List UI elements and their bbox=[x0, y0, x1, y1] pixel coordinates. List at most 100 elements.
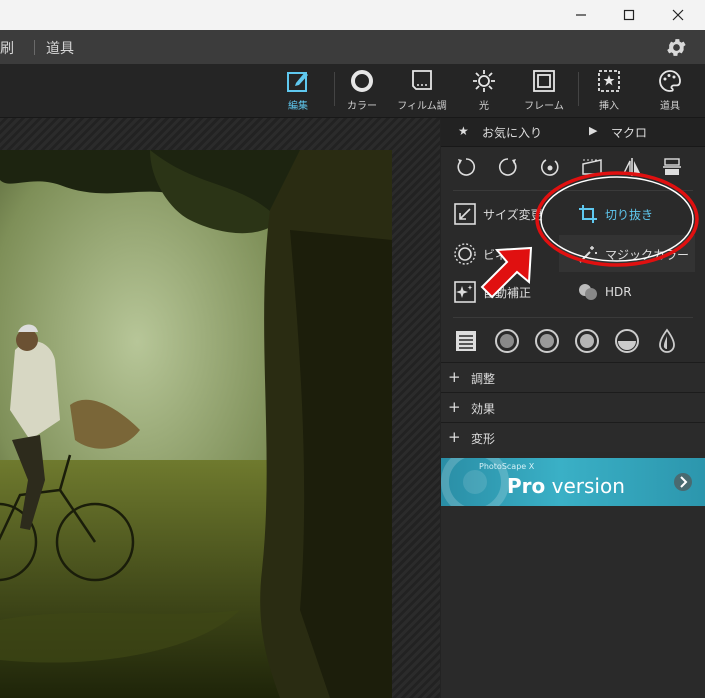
rotate-right-button[interactable] bbox=[493, 152, 523, 182]
flip-vertical-icon bbox=[663, 158, 681, 175]
banner-product-name: PhotoScape X bbox=[479, 462, 535, 471]
tab-color[interactable]: カラー bbox=[332, 68, 392, 114]
section-effects-label: 効果 bbox=[471, 402, 496, 416]
banner-pro: Pro bbox=[507, 474, 546, 498]
crop-label: 切り抜き bbox=[605, 207, 654, 222]
magic-wand-icon bbox=[579, 246, 597, 263]
banner-version: version bbox=[545, 474, 625, 498]
perspective-icon bbox=[582, 159, 602, 175]
tab-light[interactable]: 光 bbox=[454, 68, 514, 114]
circle-filter-icon bbox=[575, 329, 599, 353]
tab-frame-label: フレーム bbox=[524, 101, 564, 112]
auto-adjust-button[interactable]: 自動補正 bbox=[453, 280, 531, 304]
pro-version-banner[interactable]: PhotoScape X Pro version bbox=[441, 458, 705, 506]
hdr-icon bbox=[579, 284, 597, 300]
plus-icon: + bbox=[448, 428, 461, 446]
tab-color-label: カラー bbox=[347, 101, 377, 112]
hdr-label: HDR bbox=[605, 285, 632, 299]
filter-button[interactable] bbox=[612, 326, 642, 356]
rotate-right-icon bbox=[498, 158, 517, 176]
auto-adjust-label: 自動補正 bbox=[483, 285, 532, 300]
filter-button[interactable] bbox=[572, 326, 602, 356]
tab-edit[interactable]: 編集 bbox=[268, 68, 328, 114]
magic-color-label: マジックカラー bbox=[605, 247, 690, 262]
arrow-right-icon[interactable] bbox=[673, 472, 693, 492]
levels-button[interactable] bbox=[451, 326, 481, 356]
rotate-left-button[interactable] bbox=[451, 152, 481, 182]
straighten-icon bbox=[540, 159, 559, 176]
tab-tools[interactable]: 道具 bbox=[640, 68, 700, 114]
favorites-bar: ★ お気に入り ▶ マクロ bbox=[441, 118, 705, 147]
tab-film-label: フィルム調 bbox=[397, 101, 447, 112]
crop-icon bbox=[579, 205, 597, 223]
maximize-icon bbox=[623, 9, 635, 21]
straighten-button[interactable] bbox=[535, 152, 565, 182]
circle-filter-icon bbox=[535, 329, 559, 353]
macro-tab[interactable]: マクロ bbox=[611, 124, 647, 141]
crop-button[interactable]: 切り抜き bbox=[577, 202, 653, 226]
levels-icon bbox=[456, 331, 476, 351]
plus-icon: + bbox=[448, 398, 461, 416]
flip-vertical-button[interactable] bbox=[657, 152, 687, 182]
panel-divider bbox=[453, 190, 693, 191]
minimize-icon bbox=[576, 14, 586, 16]
close-icon bbox=[672, 9, 684, 21]
section-adjust[interactable]: + 調整 bbox=[441, 362, 705, 392]
banner-title: Pro version bbox=[507, 474, 625, 498]
menu-bar: 印刷 道具 bbox=[0, 30, 705, 64]
perspective-button[interactable] bbox=[577, 152, 607, 182]
rotate-left-icon bbox=[457, 158, 476, 176]
sparkle-icon bbox=[454, 281, 476, 303]
color-icon bbox=[351, 70, 373, 92]
minimize-button[interactable] bbox=[558, 0, 604, 30]
section-effects[interactable]: + 効果 bbox=[441, 392, 705, 422]
film-icon bbox=[412, 70, 432, 90]
hdr-button[interactable]: HDR bbox=[577, 280, 632, 304]
plus-icon: + bbox=[448, 368, 461, 386]
flip-horizontal-icon bbox=[622, 158, 640, 176]
vignette-icon bbox=[454, 243, 476, 265]
tab-light-label: 光 bbox=[479, 101, 489, 112]
frame-icon bbox=[533, 70, 555, 92]
favorites-tab[interactable]: お気に入り bbox=[482, 124, 542, 141]
vignette-button[interactable]: ビネット bbox=[453, 242, 531, 266]
play-icon: ▶ bbox=[589, 124, 598, 137]
menu-separator bbox=[34, 40, 35, 55]
section-transform-label: 変形 bbox=[471, 432, 496, 446]
section-adjust-label: 調整 bbox=[471, 372, 496, 386]
resize-button[interactable]: サイズ変更 bbox=[453, 202, 543, 226]
title-bar bbox=[0, 0, 705, 30]
flip-horizontal-button[interactable] bbox=[617, 152, 647, 182]
tab-tools-label: 道具 bbox=[660, 101, 680, 112]
photo-image[interactable] bbox=[0, 150, 392, 698]
circle-filter-icon bbox=[495, 329, 519, 353]
tools-icon bbox=[659, 70, 681, 92]
tab-insert[interactable]: 挿入 bbox=[579, 68, 639, 114]
edit-icon bbox=[287, 72, 308, 92]
drop-icon bbox=[659, 328, 675, 353]
half-circle-icon bbox=[615, 329, 639, 353]
tab-insert-label: 挿入 bbox=[599, 101, 619, 112]
light-icon bbox=[473, 70, 495, 92]
magic-color-button[interactable]: マジックカラー bbox=[577, 242, 689, 266]
tab-film[interactable]: フィルム調 bbox=[392, 68, 452, 114]
gear-icon[interactable] bbox=[665, 36, 688, 59]
filter-button[interactable] bbox=[492, 326, 522, 356]
tab-frame[interactable]: フレーム bbox=[514, 68, 574, 114]
toolbar: 編集 カラー フィルム調 光 フレーム 挿入 道具 bbox=[0, 64, 705, 118]
resize-label: サイズ変更 bbox=[483, 207, 543, 222]
close-button[interactable] bbox=[655, 0, 701, 30]
right-panel: ★ お気に入り ▶ マクロ サイズ変更 切り抜き ビネット マジックカラー 自動… bbox=[441, 118, 705, 698]
filter-button[interactable] bbox=[652, 326, 682, 356]
resize-icon bbox=[454, 203, 476, 225]
menu-tools[interactable]: 道具 bbox=[46, 38, 74, 58]
photo-illustration bbox=[0, 150, 392, 698]
maximize-button[interactable] bbox=[606, 0, 652, 30]
filter-button[interactable] bbox=[532, 326, 562, 356]
insert-icon bbox=[598, 70, 620, 92]
vignette-label: ビネット bbox=[483, 247, 532, 262]
tab-edit-label: 編集 bbox=[288, 101, 308, 112]
star-icon: ★ bbox=[458, 124, 469, 138]
menu-print[interactable]: 印刷 bbox=[0, 38, 14, 58]
section-transform[interactable]: + 変形 bbox=[441, 422, 705, 452]
